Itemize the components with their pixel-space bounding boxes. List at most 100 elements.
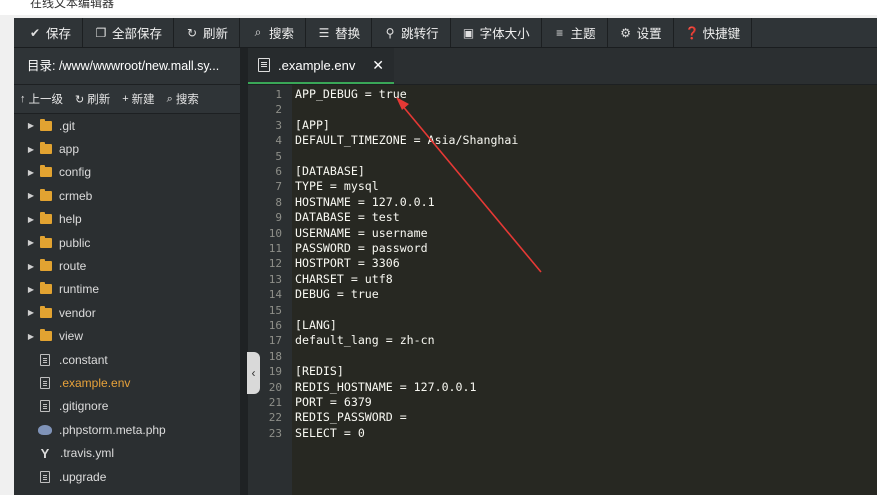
toolbar-button-label: 保存: [46, 27, 72, 41]
code-line[interactable]: APP_DEBUG = true: [295, 87, 407, 102]
code-line[interactable]: [REDIS]: [295, 364, 344, 379]
tree-item-label: public: [59, 235, 91, 250]
line-number: 7: [275, 180, 282, 194]
tree-file[interactable]: Y .travis.yml: [14, 441, 240, 464]
caret-right-icon[interactable]: ▶: [20, 215, 40, 224]
caret-right-icon[interactable]: ▶: [20, 145, 40, 154]
directory-path: 目录: /www/wwwroot/new.mall.sy...: [14, 48, 240, 85]
sidebar-action-label: 上一级: [28, 94, 64, 106]
tree-folder[interactable]: ▶ runtime: [14, 278, 240, 301]
sidebar-action-label: 刷新: [87, 94, 111, 106]
line-number-gutter: 1 2 3 4 5 6 7 8 9 10 11 12 13 14 15 16 17 18 19 20 21 22 23: [248, 85, 292, 495]
tree-folder[interactable]: ▶ .git: [14, 114, 240, 137]
file-icon: [40, 376, 50, 389]
code-line[interactable]: [APP]: [295, 118, 330, 133]
code-editor[interactable]: 1 2 3 4 5 6 7 8 9 10 11 12 13 14 15 16 17 18 19 20 21 22 23 AP…: [248, 85, 877, 495]
yaml-file-icon: Y: [40, 445, 50, 461]
code-line[interactable]: CHARSET = utf8: [295, 272, 393, 287]
caret-right-icon[interactable]: ▶: [20, 238, 40, 247]
tree-folder[interactable]: ▶ app: [14, 137, 240, 160]
font-size-icon: ▣: [462, 25, 475, 40]
code-line[interactable]: HOSTNAME = 127.0.0.1: [295, 195, 435, 210]
tree-file[interactable]: .example.env: [14, 371, 240, 394]
chevron-left-icon: ‹: [251, 366, 256, 380]
code-line[interactable]: TYPE = mysql: [295, 179, 379, 194]
caret-right-icon[interactable]: ▶: [20, 308, 40, 317]
caret-right-icon[interactable]: ▶: [20, 285, 40, 294]
code-line[interactable]: REDIS_PASSWORD =: [295, 410, 407, 425]
caret-right-icon[interactable]: ▶: [20, 332, 40, 341]
toolbar-button-4[interactable]: ☰ 替换: [306, 18, 373, 47]
caret-right-icon[interactable]: ▶: [20, 121, 40, 130]
collapse-sidebar-button[interactable]: ‹: [247, 352, 260, 394]
toolbar-button-7[interactable]: ≡ 主题: [542, 18, 608, 47]
caret-right-icon[interactable]: ▶: [20, 168, 40, 177]
line-number: 11: [268, 242, 282, 255]
toolbar-button-label: 主题: [570, 27, 596, 41]
tree-folder[interactable]: ▶ public: [14, 231, 240, 254]
tree-file[interactable]: .constant: [14, 348, 240, 371]
tree-item-label: help: [59, 212, 82, 227]
line-number: 2: [275, 103, 282, 117]
code-area[interactable]: APP_DEBUG = true [APP] DEFAULT_TIMEZONE = …: [292, 85, 877, 495]
refresh-icon: ↻: [187, 25, 198, 40]
toolbar-button-3[interactable]: ⌕ 搜索: [240, 18, 307, 47]
tree-folder[interactable]: ▶ config: [14, 161, 240, 184]
code-line[interactable]: PASSWORD = password: [295, 241, 428, 256]
tab-label: .example.env: [278, 57, 356, 73]
caret-right-icon[interactable]: ▶: [20, 191, 40, 200]
toolbar-button-label: 字体大小: [479, 27, 530, 41]
code-line[interactable]: default_lang = zh-cn: [295, 333, 435, 348]
goto-line-icon: ⚲: [385, 25, 395, 40]
folder-icon: [40, 118, 52, 131]
tree-item-label: .upgrade: [59, 469, 107, 484]
sidebar-action-1[interactable]: ↻ 刷新: [69, 91, 116, 107]
tree-item-label: .example.env: [59, 375, 131, 390]
check-icon: ✔: [29, 25, 41, 40]
tree-file[interactable]: .phpstorm.meta.php: [14, 418, 240, 441]
caret-right-icon[interactable]: ▶: [20, 262, 40, 271]
toolbar-button-label: 搜索: [269, 27, 295, 41]
toolbar-button-1[interactable]: ❐ 全部保存: [83, 18, 175, 47]
sidebar-action-0[interactable]: ↑ 上一级: [14, 91, 69, 107]
tree-item-label: .gitignore: [59, 399, 109, 414]
tree-folder[interactable]: ▶ view: [14, 325, 240, 348]
sidebar-action-2[interactable]: + 新建: [116, 91, 160, 107]
close-tab-icon[interactable]: ✕: [372, 57, 384, 74]
tree-folder[interactable]: ▶ crmeb: [14, 184, 240, 207]
code-line[interactable]: REDIS_HOSTNAME = 127.0.0.1: [295, 380, 476, 395]
toolbar-button-6[interactable]: ▣ 字体大小: [451, 18, 542, 47]
code-line[interactable]: [LANG]: [295, 318, 337, 333]
code-line[interactable]: HOSTPORT = 3306: [295, 256, 400, 271]
toolbar-button-label: 设置: [636, 27, 662, 41]
sidebar-action-3[interactable]: ⌕ 搜索: [161, 91, 205, 107]
code-line[interactable]: PORT = 6379: [295, 395, 372, 410]
toolbar-button-0[interactable]: ✔ 保存: [14, 18, 84, 47]
code-line[interactable]: SELECT = 0: [295, 426, 365, 441]
tree-item-label: runtime: [59, 282, 100, 297]
toolbar-button-8[interactable]: ⚙ 设置: [608, 18, 674, 47]
code-line[interactable]: DEBUG = true: [295, 287, 379, 302]
folder-icon: [40, 165, 52, 178]
help-icon: ❓: [684, 25, 700, 40]
toolbar-button-5[interactable]: ⚲ 跳转行: [372, 18, 451, 47]
line-number: 12: [268, 257, 282, 271]
tree-file[interactable]: .upgrade: [14, 465, 240, 488]
tree-folder[interactable]: ▶ help: [14, 208, 240, 231]
sidebar-splitter[interactable]: [240, 48, 248, 495]
tree-file[interactable]: .gitignore: [14, 395, 240, 418]
tab-example-env[interactable]: .example.env ✕: [248, 48, 394, 84]
line-number: 4: [275, 134, 282, 148]
toolbar-button-2[interactable]: ↻ 刷新: [174, 18, 241, 47]
code-line[interactable]: [DATABASE]: [295, 164, 365, 179]
tree-folder[interactable]: ▶ vendor: [14, 301, 240, 324]
tree-folder[interactable]: ▶ route: [14, 254, 240, 277]
code-line[interactable]: USERNAME = username: [295, 226, 428, 241]
sidebar-action-label: 新建: [131, 94, 155, 106]
line-number: 5: [275, 149, 282, 163]
code-line[interactable]: DATABASE = test: [295, 210, 400, 225]
editor-toolbar: ✔ 保存 ❐ 全部保存 ↻ 刷新 ⌕ 搜索 ☰ 替换 ⚲ 跳转行 ▣ 字体大小 ≡ 主题 ⚙ 设置 ❓ 快捷键: [14, 18, 877, 48]
window-title: 在线文本编辑器: [30, 0, 115, 10]
code-line[interactable]: DEFAULT_TIMEZONE = Asia/Shanghai: [295, 133, 518, 148]
toolbar-button-9[interactable]: ❓ 快捷键: [674, 18, 753, 47]
